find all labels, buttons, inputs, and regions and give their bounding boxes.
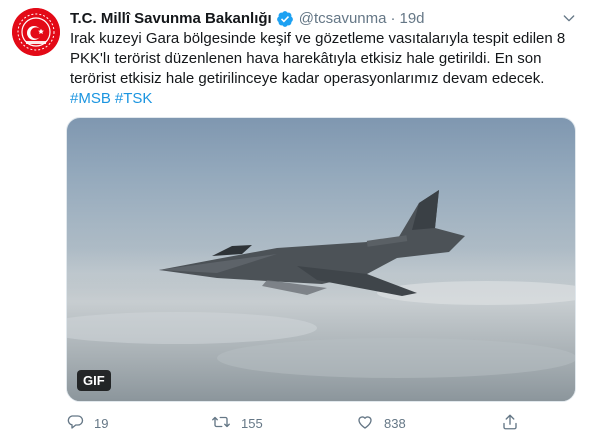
tweet-text-line: PKK'lı terörist düzenlenen hava harekâtı… [70, 50, 542, 67]
share-button[interactable] [501, 413, 519, 434]
retweet-icon [211, 413, 231, 434]
tweet-media-gif[interactable]: GIF [66, 117, 576, 402]
separator-dot: · [390, 9, 396, 27]
fighter-jet-image [67, 190, 575, 401]
retweet-count: 155 [241, 415, 263, 431]
reply-count: 19 [94, 415, 109, 431]
gif-badge: GIF [77, 370, 111, 391]
avatar[interactable] [12, 8, 60, 56]
like-count: 838 [384, 415, 406, 431]
display-name[interactable]: T.C. Millî Savunma Bakanlığı [70, 10, 272, 27]
like-button[interactable]: 838 [356, 413, 501, 434]
retweet-button[interactable]: 155 [211, 413, 356, 434]
verified-badge-icon [276, 10, 294, 28]
ministry-emblem-icon [12, 8, 60, 56]
hashtag-link[interactable]: #MSB [70, 90, 111, 107]
tweet-actions: 19 155 838 [66, 412, 566, 434]
tweet-text-line: Irak kuzeyi Gara bölgesinde keşif ve göz… [70, 30, 566, 47]
hashtag-link[interactable]: #TSK [115, 90, 153, 107]
reply-icon [66, 413, 84, 434]
tweet-text-line: terörist etkisiz hale getirilinceye kada… [70, 70, 545, 87]
hashtag-list: #MSB #TSK [70, 89, 570, 109]
tweet-header: T.C. Millî Savunma Bakanlığı @tcsavunma … [70, 8, 581, 28]
tweet-text: Irak kuzeyi Gara bölgesinde keşif ve göz… [70, 29, 570, 109]
timestamp[interactable]: 19d [399, 10, 424, 27]
reply-button[interactable]: 19 [66, 413, 211, 434]
heart-icon [356, 413, 374, 434]
handle[interactable]: @tcsavunma [299, 10, 387, 27]
chevron-down-icon[interactable] [561, 10, 577, 26]
share-icon [501, 413, 519, 434]
